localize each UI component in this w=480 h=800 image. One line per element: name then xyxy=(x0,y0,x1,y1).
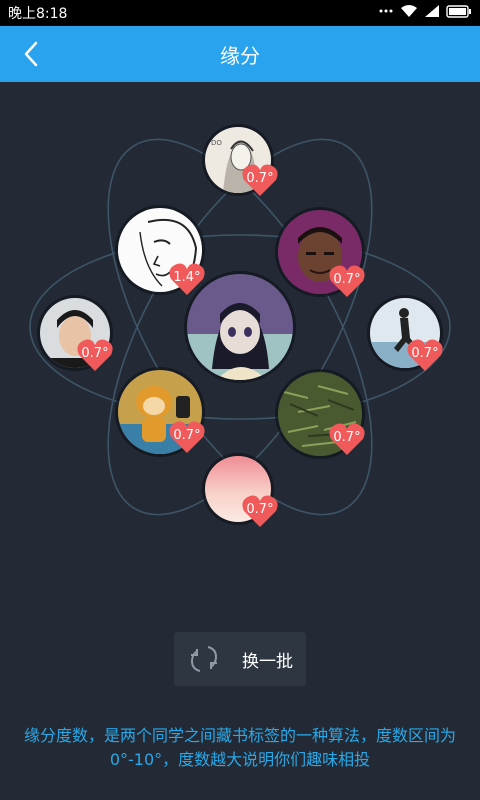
status-bar: 晚上8:18 xyxy=(0,0,480,26)
affinity-badge: 0.7° xyxy=(76,338,114,372)
affinity-orbit-view: DO 0.7° 1.4° 0.7° 0.7° 0.7° 0.7° 0.7° 0.… xyxy=(0,82,480,602)
affinity-degree: 0.7° xyxy=(246,502,274,517)
svg-text:DO: DO xyxy=(211,139,222,147)
person-avatar[interactable]: 0.7° xyxy=(370,298,443,371)
person-avatar[interactable]: 0.7° xyxy=(278,210,365,297)
affinity-badge: 0.7° xyxy=(241,163,279,197)
person-avatar[interactable]: DO 0.7° xyxy=(205,127,278,196)
person-avatar[interactable]: 0.7° xyxy=(118,370,205,454)
refresh-batch-label: 换一批 xyxy=(242,651,293,672)
page-title: 缘分 xyxy=(220,44,260,68)
refresh-batch-button[interactable]: 换一批 xyxy=(174,632,306,686)
affinity-degree: 0.7° xyxy=(411,346,439,361)
signal-dots-icon xyxy=(379,9,393,13)
affinity-degree: 0.7° xyxy=(173,428,201,443)
title-bar: 缘分 xyxy=(0,26,480,82)
refresh-icon xyxy=(190,646,218,672)
status-icons xyxy=(378,4,472,18)
affinity-badge: 0.7° xyxy=(406,338,444,372)
person-avatar[interactable]: 0.7° xyxy=(278,372,365,456)
person-avatar[interactable]: 1.4° xyxy=(118,208,205,295)
affinity-badge: 0.7° xyxy=(328,264,366,298)
affinity-badge: 0.7° xyxy=(168,420,206,454)
battery-icon xyxy=(446,4,471,18)
affinity-degree: 0.7° xyxy=(333,272,361,287)
affinity-badge: 0.7° xyxy=(328,422,366,456)
affinity-degree: 0.7° xyxy=(246,171,274,186)
affinity-badge: 0.7° xyxy=(241,494,279,528)
affinity-degree: 0.7° xyxy=(81,346,109,361)
affinity-degree: 1.4° xyxy=(173,270,201,285)
wifi-icon xyxy=(401,5,417,17)
status-time: 晚上8:18 xyxy=(8,6,68,22)
person-avatar[interactable]: 0.7° xyxy=(40,298,113,371)
person-avatar[interactable]: 0.7° xyxy=(205,456,278,527)
affinity-degree: 0.7° xyxy=(333,430,361,445)
affinity-badge: 1.4° xyxy=(168,262,206,296)
affinity-description: 缘分度数，是两个同学之间藏书标签的一种算法，度数区间为0°-10°，度数越大说明… xyxy=(23,726,456,769)
cell-signal-icon xyxy=(425,5,439,17)
